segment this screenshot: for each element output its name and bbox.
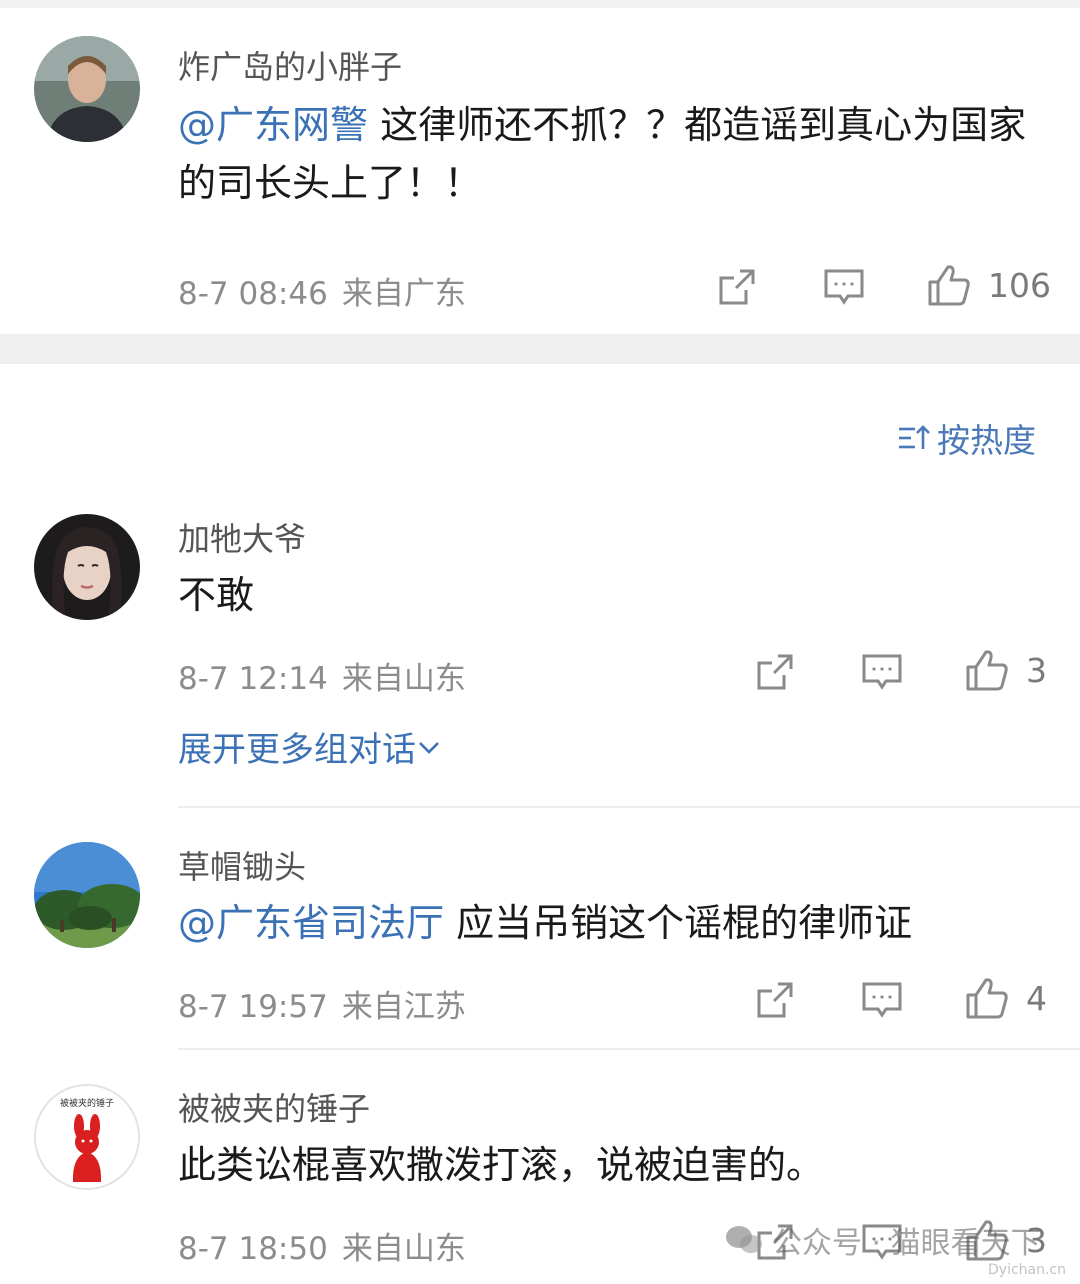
sort-icon [899, 425, 930, 449]
username[interactable]: 被被夹的锤子 [178, 1084, 370, 1130]
thumbs-up-icon [966, 978, 1008, 1019]
comment-meta: 8-7 18:50 来自山东 [178, 1223, 466, 1268]
comment-meta: 8-7 12:14 来自山东 [178, 653, 466, 698]
comment-time: 8-7 18:50 [178, 1231, 328, 1267]
reply-button[interactable] [822, 266, 866, 308]
thumbs-up-icon [966, 650, 1008, 691]
comment-time: 8-7 19:57 [178, 989, 328, 1025]
comment-icon [824, 269, 864, 305]
reply-button[interactable] [860, 979, 904, 1021]
comment-divider [178, 1048, 1080, 1050]
like-count: 106 [988, 265, 1051, 305]
share-icon [719, 269, 755, 305]
comment-meta: 8-7 19:57 来自江苏 [178, 981, 466, 1026]
comment-text: @广东省司法厅 应当吊销这个谣棍的律师证 [178, 894, 1048, 952]
sort-toggle[interactable]: 按热度 [897, 414, 1036, 462]
comment-text: 不敢 [178, 566, 1048, 624]
reply-button[interactable] [860, 651, 904, 693]
comment-text: @广东网警 这律师还不抓？？都造谣到真心为国家的司长头上了！！ [178, 96, 1048, 212]
top-divider [0, 0, 1080, 8]
share-button[interactable] [754, 979, 796, 1021]
like-count: 3 [1026, 650, 1047, 690]
mention-link[interactable]: @广东网警 [178, 103, 368, 147]
watermark: 公众号 · 猫眼看天下 [724, 1218, 1041, 1262]
comment-body: 应当吊销这个谣棍的律师证 [444, 901, 913, 945]
thumbs-up-icon [928, 265, 970, 306]
avatar[interactable] [34, 36, 140, 142]
comment-body: 此类讼棍喜欢撒泼打滚，说被迫害的。 [178, 1143, 825, 1187]
watermark-subtext: Dyichan.cn [988, 1262, 1066, 1278]
comment-time: 8-7 12:14 [178, 661, 328, 697]
expand-label: 展开更多组对话 [178, 730, 416, 770]
comment-location: 来自广东 [341, 276, 466, 312]
like-count: 4 [1026, 978, 1047, 1018]
sort-label: 按热度 [937, 421, 1036, 460]
comment-text: 此类讼棍喜欢撒泼打滚，说被迫害的。 [178, 1136, 1048, 1194]
like-button[interactable]: 3 [964, 647, 1047, 693]
comment-time: 8-7 08:46 [178, 276, 328, 312]
avatar[interactable] [34, 514, 140, 620]
comment-location: 来自山东 [341, 1231, 466, 1267]
comment-icon [862, 654, 902, 690]
avatar[interactable]: 被被夹的锤子 [34, 1084, 140, 1190]
share-icon [757, 654, 793, 690]
username[interactable]: 炸广岛的小胖子 [178, 42, 402, 88]
wechat-icon [726, 1226, 762, 1253]
comment-meta: 8-7 08:46 来自广东 [178, 268, 466, 313]
section-divider [0, 334, 1080, 364]
share-button[interactable] [716, 266, 758, 308]
avatar-caption: 被被夹的锤子 [60, 1097, 114, 1109]
expand-more-conversations[interactable]: 展开更多组对话 [178, 722, 442, 771]
username[interactable]: 草帽锄头 [178, 842, 306, 888]
share-button[interactable] [754, 651, 796, 693]
like-button[interactable]: 4 [964, 975, 1047, 1021]
comment-location: 来自山东 [341, 661, 466, 697]
avatar[interactable] [34, 842, 140, 948]
like-button[interactable]: 106 [926, 262, 1051, 308]
watermark-text: 公众号 · 猫眼看天下 [772, 1226, 1041, 1261]
comment-icon [862, 982, 902, 1018]
comment-divider [178, 806, 1080, 808]
comment-location: 来自江苏 [341, 989, 466, 1025]
username[interactable]: 加牠大爷 [178, 514, 306, 560]
chevron-down-icon [419, 741, 439, 754]
mention-link[interactable]: @广东省司法厅 [178, 901, 444, 945]
share-icon [757, 982, 793, 1018]
comment-body: 不敢 [178, 573, 255, 617]
